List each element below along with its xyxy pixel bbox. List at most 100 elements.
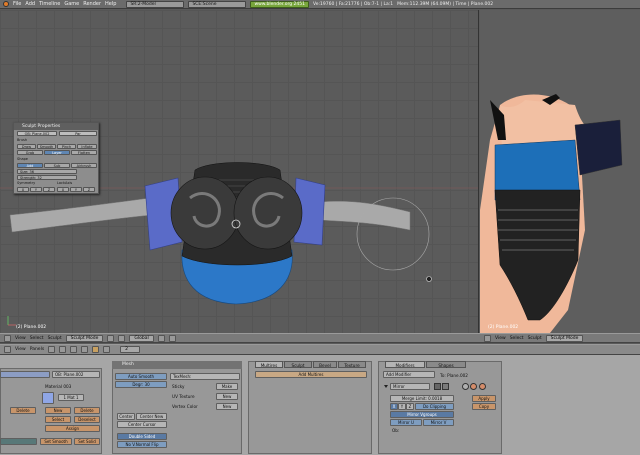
- symmetry-z[interactable]: Z: [43, 187, 55, 192]
- editor-type-icon-right[interactable]: [484, 334, 491, 342]
- orientation-dropdown[interactable]: Global: [129, 334, 154, 342]
- layer-icon-2[interactable]: [168, 334, 176, 342]
- texmesh-field[interactable]: TexMesh:: [170, 373, 240, 380]
- modifier-copy-button[interactable]: Copy: [472, 403, 496, 410]
- mesh-panel-header[interactable]: Mesh: [112, 361, 242, 369]
- menu-render[interactable]: Render: [83, 1, 101, 7]
- pivot-icon[interactable]: [118, 334, 126, 342]
- shape-add[interactable]: Add: [17, 163, 43, 168]
- mirror-axis-x[interactable]: X: [390, 403, 398, 410]
- menu-help[interactable]: Help: [105, 1, 116, 7]
- brush-smooth[interactable]: Smooth: [37, 144, 56, 149]
- menu-timeline[interactable]: Timeline: [39, 1, 60, 7]
- context-object-icon[interactable]: [81, 346, 89, 353]
- tab-multires[interactable]: Multires: [255, 361, 283, 368]
- lock-y[interactable]: Y: [70, 187, 82, 192]
- size-slider[interactable]: Size: 36: [17, 169, 77, 174]
- modifier-name-field[interactable]: Mirror: [390, 383, 430, 390]
- screen-selector[interactable]: SR:2-Model: [126, 0, 185, 8]
- tab-shapes[interactable]: Shapes: [426, 361, 466, 368]
- mode-dropdown-right[interactable]: Sculpt Mode: [545, 334, 584, 342]
- center-cursor-button[interactable]: Center Cursor: [117, 421, 167, 428]
- mirror-axis-z[interactable]: Z: [406, 403, 414, 410]
- mirror-axis-y[interactable]: Y: [398, 403, 406, 410]
- material-count-field[interactable]: 1 Mat 1: [58, 394, 84, 401]
- editor-type-icon[interactable]: [4, 334, 11, 342]
- shape-airbrush[interactable]: Airbrush: [71, 163, 97, 168]
- buttons-editor-icon[interactable]: [4, 346, 11, 353]
- auto-smooth-button[interactable]: Auto Smooth: [115, 373, 167, 380]
- modifier-expand-icon[interactable]: [384, 385, 388, 388]
- center-new-button[interactable]: Center New: [136, 413, 167, 420]
- context-script-icon[interactable]: [59, 346, 67, 353]
- mat-new-button[interactable]: New: [45, 407, 71, 414]
- center-button[interactable]: Center: [117, 413, 135, 420]
- sculpt-ob-field[interactable]: OB: Plane.002: [17, 131, 57, 136]
- menu-select-right[interactable]: Select: [510, 336, 524, 341]
- brush-flatten[interactable]: Flatten: [71, 150, 97, 155]
- mirror-u-toggle[interactable]: Mirror U: [390, 419, 422, 426]
- double-sided-button[interactable]: Double Sided: [117, 433, 167, 440]
- layer-icon[interactable]: [157, 334, 165, 342]
- mat-deselect-button[interactable]: Deselect: [74, 416, 100, 423]
- mat-delete-button[interactable]: Delete: [10, 407, 36, 414]
- mirror-v-toggle[interactable]: Mirror V: [423, 419, 454, 426]
- menu-game[interactable]: Game: [64, 1, 79, 7]
- mat-select-button[interactable]: Select: [45, 416, 71, 423]
- brush-grab[interactable]: Grab: [17, 150, 43, 155]
- context-editing-icon[interactable]: [92, 346, 100, 353]
- scene-selector[interactable]: SCE:Scene: [188, 0, 247, 8]
- symmetry-y[interactable]: Y: [30, 187, 42, 192]
- set-solid-button[interactable]: Set Solid: [74, 438, 100, 445]
- mat-assign-button[interactable]: Assign: [45, 425, 100, 432]
- frame-field[interactable]: 2: [120, 346, 141, 353]
- modifier-render-icon[interactable]: [434, 383, 441, 390]
- menu-sculpt-right[interactable]: Sculpt: [528, 336, 542, 341]
- strength-slider[interactable]: Strength: 32: [17, 175, 77, 180]
- add-multires-button[interactable]: Add Multires: [255, 371, 367, 378]
- modifier-apply-button[interactable]: Apply: [472, 395, 496, 402]
- buttons-menu-view[interactable]: View: [15, 347, 26, 352]
- do-clipping-toggle[interactable]: Do Clipping: [415, 403, 454, 410]
- tab-texture[interactable]: Texture: [338, 361, 366, 368]
- ob-name-field[interactable]: [0, 371, 50, 378]
- brush-pinch[interactable]: Pinch: [57, 144, 76, 149]
- menu-view[interactable]: View: [15, 336, 26, 341]
- add-modifier-button[interactable]: Add Modifier: [383, 371, 435, 378]
- context-logic-icon[interactable]: [48, 346, 56, 353]
- context-scene-icon[interactable]: [103, 346, 111, 353]
- mode-dropdown[interactable]: Sculpt Mode: [65, 334, 104, 342]
- blender-url-link[interactable]: www.blender.org 2451: [250, 0, 309, 8]
- menu-add[interactable]: Add: [25, 1, 35, 7]
- mirror-vgroups-toggle[interactable]: Mirror Vgroups: [390, 411, 454, 418]
- brush-draw[interactable]: Draw: [17, 144, 36, 149]
- material-color-swatch[interactable]: [42, 392, 54, 404]
- link-dark-field[interactable]: [0, 438, 37, 445]
- modifier-down-icon[interactable]: [470, 383, 477, 390]
- tab-sculpt[interactable]: Sculpt: [284, 361, 312, 368]
- set-smooth-button[interactable]: Set Smooth: [40, 438, 72, 445]
- shape-sub[interactable]: Sub: [44, 163, 70, 168]
- brush-inflate[interactable]: Inflate: [77, 144, 97, 149]
- brush-layer[interactable]: Layer: [44, 150, 70, 155]
- mat-delete-button-2[interactable]: Delete: [74, 407, 100, 414]
- tab-bevel[interactable]: Bevel: [313, 361, 337, 368]
- merge-limit-field[interactable]: Merge Limit: 0.0018: [390, 395, 454, 402]
- uv-new-button[interactable]: New: [216, 393, 238, 400]
- modifier-up-icon[interactable]: [462, 383, 469, 390]
- menu-select[interactable]: Select: [30, 336, 44, 341]
- buttons-menu-panels[interactable]: Panels: [30, 347, 44, 352]
- vcol-new-button[interactable]: New: [216, 403, 238, 410]
- menu-file[interactable]: File: [13, 1, 21, 7]
- modifier-close-icon[interactable]: [479, 383, 486, 390]
- viewport-3d-right[interactable]: (2) Plane.002: [480, 10, 640, 333]
- symmetry-x[interactable]: X: [17, 187, 29, 192]
- modifier-view-icon[interactable]: [442, 383, 449, 390]
- sticky-make-button[interactable]: Make: [216, 383, 238, 390]
- draw-type-icon[interactable]: [107, 334, 115, 342]
- tab-modifiers[interactable]: Modifiers: [385, 361, 425, 368]
- ob-field[interactable]: OB: Plane.002: [52, 371, 100, 378]
- lock-x[interactable]: X: [57, 187, 69, 192]
- menu-view-right[interactable]: View: [495, 336, 506, 341]
- context-shading-icon[interactable]: [70, 346, 78, 353]
